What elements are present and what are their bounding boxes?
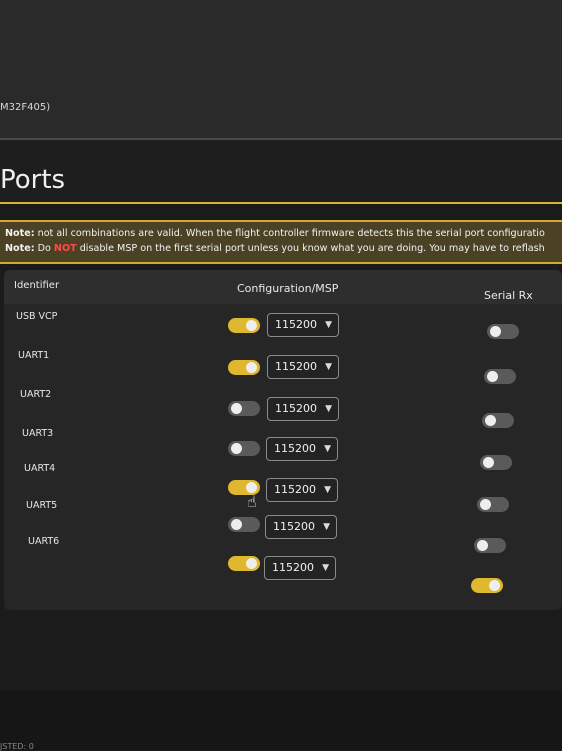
baud-rate-value: 115200 (272, 561, 314, 574)
note-box: Note: not all combinations are valid. Wh… (0, 220, 562, 264)
note-text: disable MSP on the first serial port unl… (76, 243, 545, 254)
note-prefix: Note: (5, 243, 35, 254)
chevron-down-icon: ▼ (325, 320, 332, 330)
baud-rate-value: 115200 (275, 318, 317, 331)
column-header-serial-rx: Serial Rx (484, 289, 533, 302)
baud-rate-select[interactable]: 115200 ▼ (266, 437, 338, 461)
baud-rate-value: 115200 (273, 520, 315, 533)
toggle-knob (246, 320, 257, 331)
toggle-knob (477, 540, 488, 551)
table-header: Identifier Configuration/MSP Serial Rx (4, 270, 562, 304)
note-text: not all combinations are valid. When the… (34, 228, 545, 239)
device-label: M32F405) (0, 102, 51, 113)
note-line-2: Note: Do NOT disable MSP on the first se… (5, 241, 562, 256)
serial-rx-toggle[interactable] (477, 497, 509, 512)
port-identifier: UART3 (22, 428, 54, 439)
serial-rx-toggle[interactable] (482, 413, 514, 428)
chevron-down-icon: ▼ (322, 563, 329, 573)
hand-pointer-icon: ☝ (247, 492, 257, 511)
baud-rate-select[interactable]: 115200 ▼ (267, 313, 339, 337)
bottom-area (0, 690, 562, 750)
baud-rate-value: 115200 (275, 360, 317, 373)
toggle-knob (246, 558, 257, 569)
note-text: Do (34, 243, 54, 254)
column-header-identifier: Identifier (14, 280, 60, 291)
port-identifier: UART4 (24, 463, 56, 474)
toggle-knob (480, 499, 491, 510)
port-identifier: UART5 (26, 500, 58, 511)
port-identifier: USB VCP (16, 311, 58, 322)
toggle-knob (483, 457, 494, 468)
toggle-knob (490, 326, 501, 337)
serial-rx-toggle[interactable] (484, 369, 516, 384)
toggle-knob (231, 443, 242, 454)
page-header (0, 140, 562, 202)
baud-rate-value: 115200 (274, 483, 316, 496)
port-identifier: UART1 (18, 350, 50, 361)
toggle-knob (489, 580, 500, 591)
baud-rate-value: 115200 (275, 402, 317, 415)
chevron-down-icon: ▼ (325, 404, 332, 414)
title-divider (0, 202, 562, 204)
chevron-down-icon: ▼ (323, 522, 330, 532)
serial-rx-toggle[interactable] (471, 578, 503, 593)
toggle-knob (485, 415, 496, 426)
baud-rate-select[interactable]: 115200 ▼ (264, 556, 336, 580)
port-identifier: UART2 (20, 389, 52, 400)
msp-toggle[interactable] (228, 517, 260, 532)
port-identifier: UART6 (28, 536, 60, 547)
toggle-knob (487, 371, 498, 382)
note-line-1: Note: not all combinations are valid. Wh… (5, 226, 562, 241)
serial-rx-toggle[interactable] (480, 455, 512, 470)
chevron-down-icon: ▼ (324, 444, 331, 454)
chevron-down-icon: ▼ (324, 485, 331, 495)
toggle-knob (231, 403, 242, 414)
msp-toggle[interactable] (228, 360, 260, 375)
msp-toggle[interactable] (228, 401, 260, 416)
baud-rate-select[interactable]: 115200 ▼ (267, 397, 339, 421)
toggle-knob (246, 362, 257, 373)
serial-rx-toggle[interactable] (474, 538, 506, 553)
baud-rate-select[interactable]: 115200 ▼ (266, 478, 338, 502)
serial-rx-toggle[interactable] (487, 324, 519, 339)
column-header-configuration: Configuration/MSP (237, 282, 339, 295)
baud-rate-select[interactable]: 115200 ▼ (265, 515, 337, 539)
msp-toggle[interactable] (228, 318, 260, 333)
warning-text: NOT (53, 243, 77, 254)
page-title: Ports (0, 165, 66, 195)
top-toolbar: M32F405) (0, 0, 562, 140)
toggle-knob (231, 519, 242, 530)
msp-toggle[interactable] (228, 556, 260, 571)
baud-rate-select[interactable]: 115200 ▼ (267, 355, 339, 379)
msp-toggle[interactable] (228, 441, 260, 456)
chevron-down-icon: ▼ (325, 362, 332, 372)
baud-rate-value: 115200 (274, 442, 316, 455)
note-prefix: Note: (5, 228, 35, 239)
